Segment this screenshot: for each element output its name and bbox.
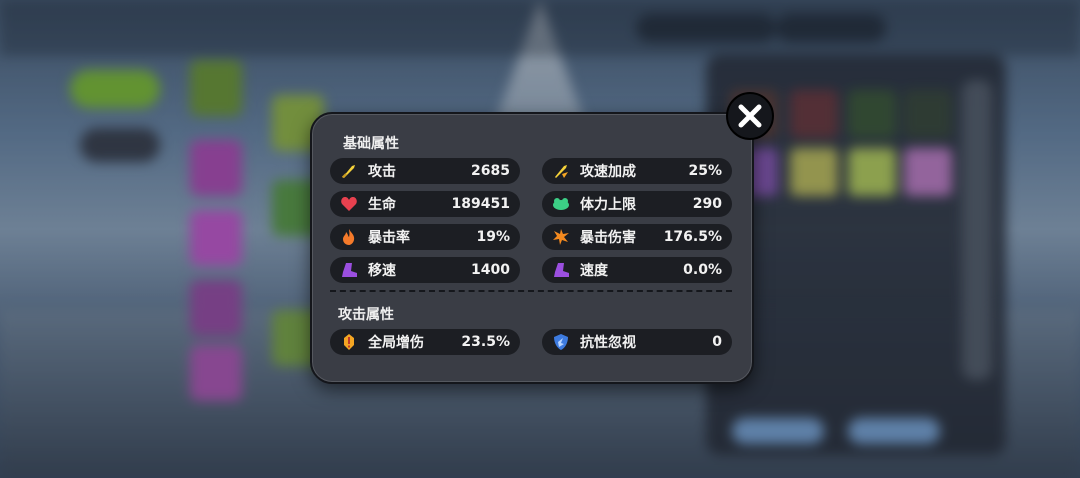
stat-label: 暴击伤害 — [580, 230, 636, 246]
stat-label: 速度 — [580, 263, 608, 279]
heart-icon — [340, 195, 358, 213]
stat-value: 2685 — [471, 163, 510, 179]
stat-label: 攻击 — [368, 164, 396, 180]
stat-speed: 速度 0.0% — [542, 257, 732, 283]
close-icon — [738, 104, 762, 128]
stat-value: 1400 — [471, 262, 510, 278]
stat-label: 移速 — [368, 263, 396, 279]
stat-label: 攻速加成 — [580, 164, 636, 180]
stat-label: 抗性忽视 — [580, 335, 636, 351]
stat-resist-ignore: 抗性忽视 0 — [542, 329, 732, 355]
stat-value: 176.5% — [663, 229, 722, 245]
attack-speed-icon — [552, 162, 570, 180]
stat-value: 23.5% — [461, 334, 510, 350]
stamina-icon — [552, 195, 570, 213]
stat-attack: 攻击 2685 — [330, 158, 520, 184]
burst-icon — [552, 228, 570, 246]
stat-value: 290 — [692, 196, 722, 212]
stat-attack-speed: 攻速加成 25% — [542, 158, 732, 184]
damage-boost-icon — [340, 333, 358, 351]
section-divider — [330, 290, 732, 292]
stat-stamina: 体力上限 290 — [542, 191, 732, 217]
stat-crit-damage: 暴击伤害 176.5% — [542, 224, 732, 250]
stat-value: 19% — [476, 229, 510, 245]
boot-icon — [340, 261, 358, 279]
close-button[interactable] — [726, 92, 774, 140]
stat-label: 全局增伤 — [368, 335, 424, 351]
stat-label: 体力上限 — [580, 197, 636, 213]
attack-attributes-title: 攻击属性 — [338, 307, 394, 323]
stat-value: 0 — [712, 334, 722, 350]
stat-value: 189451 — [451, 196, 510, 212]
stat-value: 25% — [688, 163, 722, 179]
stat-crit-rate: 暴击率 19% — [330, 224, 520, 250]
basic-attributes-title: 基础属性 — [343, 136, 399, 152]
shield-icon — [552, 333, 570, 351]
sword-icon — [340, 162, 358, 180]
stat-global-damage: 全局增伤 23.5% — [330, 329, 520, 355]
stat-label: 暴击率 — [368, 230, 410, 246]
flame-icon — [340, 228, 358, 246]
stat-value: 0.0% — [683, 262, 722, 278]
stat-label: 生命 — [368, 197, 396, 213]
stat-hp: 生命 189451 — [330, 191, 520, 217]
stat-move-speed: 移速 1400 — [330, 257, 520, 283]
boot-icon — [552, 261, 570, 279]
